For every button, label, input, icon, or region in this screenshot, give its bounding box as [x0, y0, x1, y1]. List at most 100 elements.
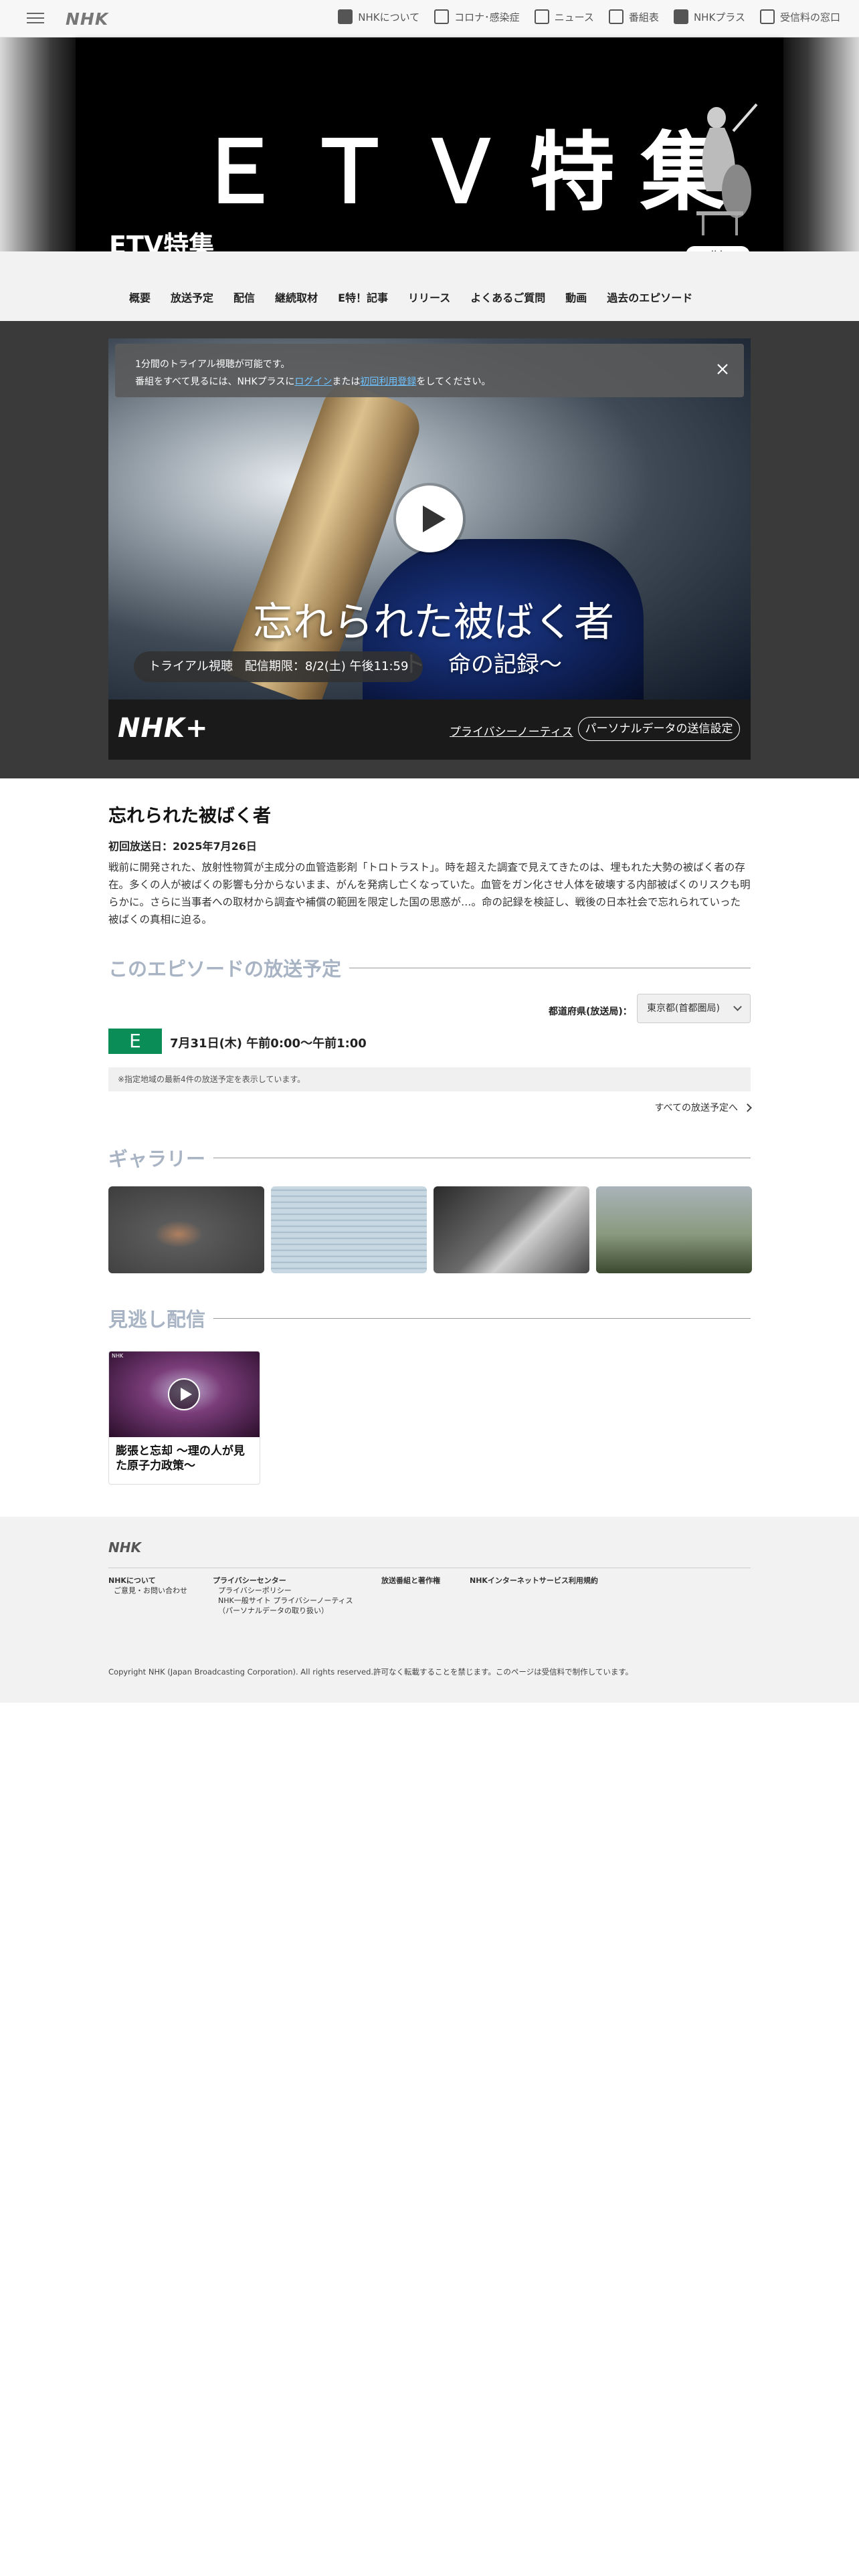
header-link-nhkplus[interactable]: NHKプラス — [673, 9, 745, 24]
nav-streaming[interactable]: 配信 — [223, 289, 265, 305]
footer-col-terms: NHKインターネットサービス利用規約 — [470, 1576, 598, 1586]
menu-icon[interactable] — [27, 9, 44, 27]
program-nav: 概要 放送予定 配信 継続取材 E特！記事 リリース よくあるご質問 動画 過去… — [0, 251, 859, 321]
nav-past-episodes[interactable]: 過去のエピソード — [597, 289, 702, 305]
first-air-date: 初回放送日：2025年7月26日 — [108, 840, 257, 853]
header-link-label: 番組表 — [628, 11, 659, 23]
news-icon — [534, 9, 549, 24]
missed-episode-card[interactable]: NHK 膨張と忘却 ～理の人が見た原子力政策～ — [108, 1351, 260, 1485]
header-links: NHKについて コロナ･感染症 ニュース 番組表 NHKプラス 受信料の窓口 — [338, 9, 840, 24]
header-link-news[interactable]: ニュース — [534, 9, 594, 24]
play-button[interactable] — [396, 486, 463, 552]
trial-notice: 1分間のトライアル視聴が可能です。 番組をすべて見るには、NHKプラスにログイン… — [115, 344, 744, 397]
nhk-about-icon — [338, 9, 353, 24]
header-link-corona[interactable]: コロナ･感染症 — [434, 9, 520, 24]
footer-link-about[interactable]: NHKについて — [108, 1576, 187, 1586]
footer-privacy-note: （パーソナルデータの取り扱い） — [218, 1606, 328, 1615]
gallery-section-title: ギャラリー — [108, 1144, 751, 1172]
all-schedule-link[interactable]: すべての放送予定へ — [654, 1101, 752, 1114]
section-heading: 見逃し配信 — [108, 1308, 206, 1331]
program-hero: ＥＴＶ特集 ETV特集 共有 — [0, 37, 859, 272]
missed-episode-title: 膨張と忘却 ～理の人が見た原子力政策～ — [116, 1444, 245, 1473]
prefecture-select[interactable]: 東京都(首都圏局) — [637, 994, 751, 1023]
episode-thumbnail: NHK — [109, 1352, 260, 1437]
header-link-label: コロナ･感染症 — [454, 11, 520, 23]
footer-link-terms[interactable]: NHKインターネットサービス利用規約 — [470, 1576, 598, 1586]
privacy-notice-link[interactable]: プライバシーノーティス — [450, 722, 573, 739]
gallery-image[interactable] — [596, 1186, 752, 1273]
video-player: 1分間のトライアル視聴が可能です。 番組をすべて見るには、NHKプラスにログイン… — [108, 338, 751, 760]
gallery-list — [108, 1186, 752, 1273]
header-link-label: NHKについて — [358, 11, 420, 23]
gallery-image[interactable] — [271, 1186, 427, 1273]
header-link-schedule[interactable]: 番組表 — [608, 9, 659, 24]
header-link-about[interactable]: NHKについて — [338, 9, 419, 24]
header-link-label: 受信料の窓口 — [779, 11, 840, 23]
thumbnail-tag: NHK — [112, 1353, 124, 1359]
episode-title: 忘れられた被ばく者 — [108, 806, 271, 827]
channel-badge: E — [108, 1029, 162, 1054]
nav-articles[interactable]: E特！記事 — [328, 289, 398, 305]
footer-link-privacy-policy[interactable]: プライバシーポリシー — [213, 1586, 353, 1596]
hero-card: ＥＴＶ特集 ETV特集 共有 — [76, 37, 783, 272]
notice-line-2: 番組をすべて見るには、NHKプラスにログインまたは初回利用登録をしてください。 — [135, 374, 491, 388]
register-link[interactable]: 初回利用登録 — [360, 377, 416, 387]
broadcast-time: 7月31日(木) 午前0:00〜午前1:00 — [170, 1037, 367, 1051]
personal-data-settings-button[interactable]: パーソナルデータの送信設定 — [578, 717, 740, 741]
nhkplus-logo: NHK+ — [118, 713, 209, 744]
virus-icon — [434, 9, 450, 24]
section-heading: ギャラリー — [108, 1148, 206, 1170]
footer-link-privacy-notice[interactable]: NHK一般サイト プライバシーノーティス — [213, 1596, 353, 1606]
footer-col-about: NHKについて ご意見・お問い合わせ — [108, 1576, 187, 1596]
video-frame[interactable]: 1分間のトライアル視聴が可能です。 番組をすべて見るには、NHKプラスにログイン… — [108, 338, 751, 713]
header-link-label: ニュース — [554, 11, 594, 23]
footer-col-copyright: 放送番組と著作権 — [381, 1576, 440, 1586]
prefecture-value: 東京都(首都圏局) — [647, 1003, 720, 1014]
header-link-label: NHKプラス — [693, 11, 745, 23]
play-icon — [423, 506, 446, 532]
nav-faq[interactable]: よくあるご質問 — [460, 289, 555, 305]
notice-text: または — [332, 377, 361, 387]
gallery-image[interactable] — [434, 1186, 589, 1273]
global-header: NHK NHKについて コロナ･感染症 ニュース 番組表 NHKプラス 受信料の… — [0, 0, 859, 37]
nav-videos[interactable]: 動画 — [555, 289, 597, 305]
missed-section-title: 見逃し配信 — [108, 1304, 751, 1332]
nav-ongoing-coverage[interactable]: 継続取材 — [265, 289, 328, 305]
divider — [213, 1317, 751, 1319]
copyright-text: Copyright NHK (Japan Broadcasting Corpor… — [108, 1667, 634, 1677]
site-footer: NHK NHKについて ご意見・お問い合わせ プライバシーセンター プライバシー… — [0, 1517, 859, 1703]
footer-link-copyright[interactable]: 放送番組と著作権 — [381, 1576, 440, 1586]
video-title: 忘れられた被ばく者 — [253, 599, 614, 646]
close-icon[interactable] — [716, 362, 729, 376]
nhkplus-icon — [673, 9, 688, 24]
video-subtitle: ト 命の記録～ — [403, 651, 562, 678]
etv-banner-logo: ＥＴＶ特集 — [196, 123, 752, 223]
footer-link-privacy-center[interactable]: プライバシーセンター — [213, 1576, 353, 1586]
trial-expiry-label: トライアル視聴 配信期限：8/2(土) 午後11:59 — [134, 651, 423, 682]
player-footer: NHK+ プライバシーノーティス パーソナルデータの送信設定 — [108, 700, 751, 760]
notice-line-1: 1分間のトライアル視聴が可能です。 — [135, 359, 290, 370]
nhk-logo[interactable]: NHK — [66, 9, 108, 29]
gallery-image[interactable] — [108, 1186, 264, 1273]
footer-col-privacy: プライバシーセンター プライバシーポリシー NHK一般サイト プライバシーノーテ… — [213, 1576, 353, 1616]
nav-releases[interactable]: リリース — [398, 289, 460, 305]
cellist-figure-image — [696, 103, 758, 235]
receiving-fee-icon — [759, 9, 775, 24]
notice-text: 番組をすべて見るには、NHKプラスに — [135, 377, 295, 387]
login-link[interactable]: ログイン — [294, 377, 332, 387]
play-icon — [168, 1378, 200, 1410]
schedule-grid-icon — [608, 9, 624, 24]
episode-description: 戦前に開発された、放射性物質が主成分の血管造影剤「トロトラスト」。時を超えた調査… — [108, 861, 751, 926]
chevron-right-icon — [743, 1103, 752, 1112]
footer-nhk-logo[interactable]: NHK — [108, 1539, 141, 1555]
nav-overview[interactable]: 概要 — [119, 289, 161, 305]
all-schedule-label: すべての放送予定へ — [654, 1103, 738, 1113]
nav-schedule[interactable]: 放送予定 — [161, 289, 223, 305]
schedule-section-title: このエピソードの放送予定 — [108, 954, 751, 982]
section-heading: このエピソードの放送予定 — [108, 958, 342, 980]
header-link-fee[interactable]: 受信料の窓口 — [759, 9, 840, 24]
notice-text: をしてください。 — [416, 377, 491, 387]
prefecture-label: 都道府県(放送局)： — [549, 1006, 632, 1017]
footer-link-contact[interactable]: ご意見・お問い合わせ — [108, 1586, 187, 1596]
schedule-note: ※指定地域の最新4件の放送予定を表示しています。 — [108, 1067, 751, 1091]
